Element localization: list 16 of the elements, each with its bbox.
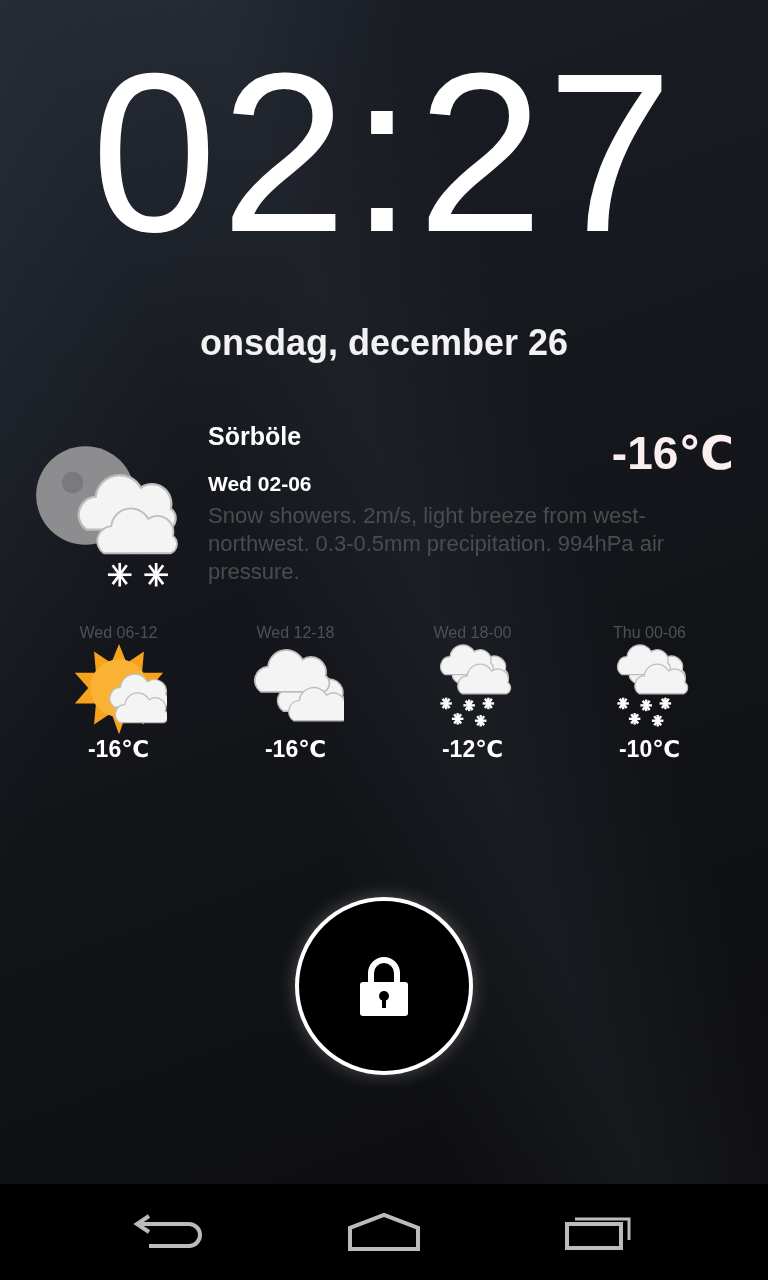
forecast-temperature: -16℃	[87, 736, 150, 763]
back-icon[interactable]	[133, 1214, 203, 1250]
date-text: onsdag, december 26	[199, 322, 569, 364]
clock-time: 02:27	[91, 40, 677, 272]
forecast-temperature: -10℃	[618, 736, 681, 763]
forecast-period: Wed 12-18	[256, 624, 335, 642]
current-period: Wed 02-06	[208, 472, 313, 496]
padlock-icon	[360, 956, 408, 1016]
location-name: Sörböle	[208, 422, 302, 451]
current-temperature: -16℃	[611, 426, 734, 480]
home-icon[interactable]	[347, 1212, 421, 1252]
forecast-period: Thu 00-06	[613, 624, 686, 642]
forecast-temperature: -16℃	[264, 736, 327, 763]
unlock-handle[interactable]	[295, 897, 473, 1075]
forecast-period: Wed 06-12	[79, 624, 158, 642]
forecast-temperature: -12℃	[441, 736, 504, 763]
